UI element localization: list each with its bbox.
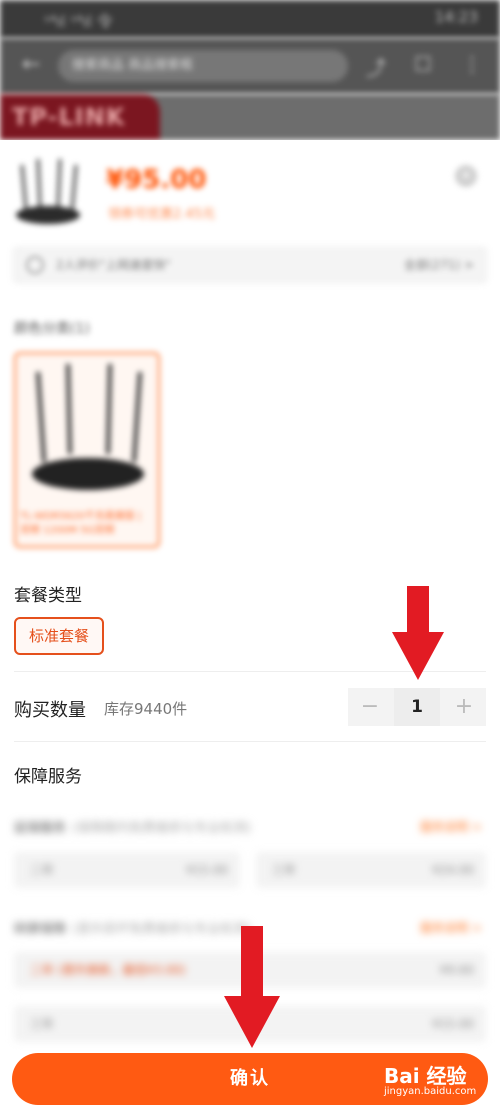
divider xyxy=(14,741,486,742)
arrow-left-icon[interactable]: ← xyxy=(22,52,40,77)
package-type-label: 套餐类型 xyxy=(14,586,82,606)
service-info-link[interactable]: 服务说明 > xyxy=(420,919,482,936)
brand-logo: TP-LINK xyxy=(0,94,160,140)
more-icon[interactable]: ⋮ xyxy=(462,52,482,76)
signal-indicator: ˢ⁴ıl ˢ⁴ıl 令 xyxy=(44,12,113,31)
review-icon xyxy=(26,256,44,274)
close-icon[interactable]: ✕ xyxy=(455,165,477,187)
stock-count: 库存9440件 xyxy=(104,700,188,718)
arrow-down-icon xyxy=(224,926,280,1048)
status-bar: ˢ⁴ıl ˢ⁴ıl 令 14:23 xyxy=(0,0,500,38)
baidu-jingyan-watermark: Bai 经验 jingyan.baidu.com xyxy=(384,1058,496,1104)
review-text: 2人评价"上网速度快" xyxy=(56,258,171,272)
service-group-title: 碎屏保障 (意外损坏免费维修与专业检测) xyxy=(14,922,252,937)
quantity-label: 购买数量 xyxy=(14,700,86,721)
arrow-down-icon xyxy=(392,586,444,680)
router-image xyxy=(32,363,144,490)
price: ¥95.00 xyxy=(106,165,207,195)
color-option-caption: TL-WDR5620千兆易展版 | 双频 1200M 5G双频 xyxy=(20,511,142,536)
top-navigation: ← 搜索商品 商品搜索框 ⤴ ☐ ⋮ xyxy=(0,38,500,94)
product-thumbnail xyxy=(16,158,80,224)
package-option-standard[interactable]: 标准套餐 xyxy=(14,617,104,655)
watermark-site: jingyan.baidu.com xyxy=(384,1086,477,1097)
search-bar[interactable]: 搜索商品 商品搜索框 xyxy=(58,50,348,82)
plus-button[interactable]: + xyxy=(442,688,486,726)
cart-icon[interactable]: ☐ xyxy=(414,52,432,76)
coupon-note: 领券可优惠2.45元 xyxy=(108,207,215,222)
clock: 14:23 xyxy=(434,8,478,26)
share-icon[interactable]: ⤴ xyxy=(366,52,386,81)
service-info-link[interactable]: 服务说明 > xyxy=(420,818,482,835)
color-option-card[interactable]: TL-WDR5620千兆易展版 | 双频 1200M 5G双频 xyxy=(14,352,160,548)
shop-banner: TP-LINK xyxy=(0,94,500,140)
review-more-link[interactable]: 全部(271) > xyxy=(404,246,474,284)
service-option[interactable]: 二年 ¥15.00 xyxy=(14,852,240,888)
review-summary[interactable]: 2人评价"上网速度快" 全部(271) > xyxy=(12,246,488,284)
quantity-input[interactable]: 1 xyxy=(394,688,440,726)
quantity-stepper: − 1 + xyxy=(348,688,486,726)
service-option[interactable]: 三年 ¥24.00 xyxy=(256,852,486,888)
color-section-label: 颜色分类(1) xyxy=(14,321,90,337)
minus-button[interactable]: − xyxy=(348,688,392,726)
watermark-brand: Bai 经验 xyxy=(384,1064,467,1088)
service-group-title: 延保服务 (保障期内免费维修与专业检测) xyxy=(14,821,252,836)
service-section-label: 保障服务 xyxy=(14,767,82,787)
